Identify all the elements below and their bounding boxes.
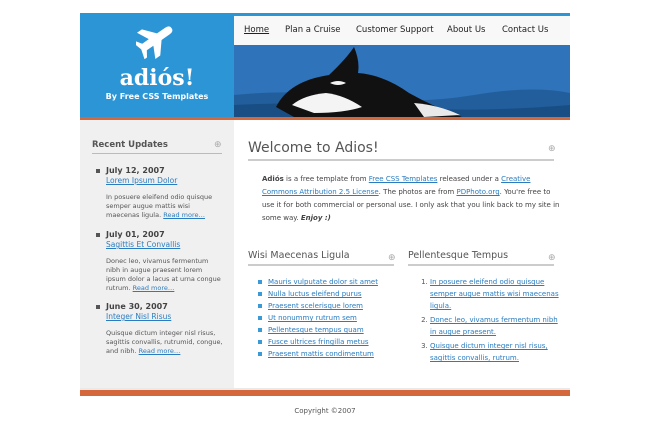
bullet-icon: [96, 169, 100, 173]
list-item[interactable]: Nulla luctus eleifend purus: [258, 288, 398, 300]
expand-icon[interactable]: ⊕: [548, 253, 556, 263]
page-wrapper: adiós! By Free CSS Templates Home Plan a…: [80, 13, 570, 415]
update-text: Donec leo, vivamus fermentum nibh in aug…: [106, 257, 224, 293]
site-tagline: By Free CSS Templates: [105, 92, 209, 101]
update-date: June 30, 2007: [106, 302, 168, 311]
header: adiós! By Free CSS Templates Home Plan a…: [80, 13, 570, 117]
expand-icon[interactable]: ⊕: [548, 144, 556, 154]
intro-text: released under a: [437, 175, 502, 183]
list-item[interactable]: In posuere eleifend odio quisque semper …: [430, 276, 566, 312]
update-title-link[interactable]: Integer Nisl Risus: [106, 312, 224, 321]
list-item[interactable]: Praesent scelerisque lorem: [258, 300, 398, 312]
list-item[interactable]: Pellentesque tempus quam: [258, 324, 398, 336]
bullet-icon: [96, 305, 100, 309]
expand-icon[interactable]: ⊕: [388, 253, 396, 263]
wisi-link-list: Mauris vulputate dolor sit amet Nulla lu…: [258, 276, 398, 360]
sidebar: Recent Updates ⊕ July 12, 2007 Lorem Ips…: [80, 120, 234, 388]
update-text: In posuere eleifend odio quisque semper …: [106, 193, 224, 220]
list-item[interactable]: Donec leo, vivamus fermentum nibh in aug…: [430, 314, 566, 338]
intro-text: is a free template from: [283, 175, 369, 183]
pellentesque-numbered-list: In posuere eleifend odio quisque semper …: [416, 276, 566, 366]
footer-divider: [80, 388, 570, 396]
brand-name: Adiós: [262, 175, 284, 183]
update-item: June 30, 2007 Integer Nisl Risus Quisque…: [96, 302, 224, 356]
update-title-link[interactable]: Lorem Ipsum Dolor: [106, 176, 224, 185]
orca-illustration: [234, 45, 570, 117]
list-item[interactable]: Fusce ultrices fringilla metus: [258, 336, 398, 348]
orca-banner-image: [234, 45, 570, 117]
nav-customer-support[interactable]: Customer Support: [356, 25, 434, 35]
update-date: July 01, 2007: [106, 230, 165, 239]
list-item[interactable]: Ut nonummy rutrum sem: [258, 312, 398, 324]
free-css-templates-link[interactable]: Free CSS Templates: [369, 175, 438, 183]
list-item[interactable]: Quisque dictum integer nisl risus, sagit…: [430, 340, 566, 364]
column-heading-pellentesque: Pellentesque Tempus: [408, 250, 554, 266]
list-item[interactable]: Mauris vulputate dolor sit amet: [258, 276, 398, 288]
read-more-link[interactable]: Read more…: [139, 347, 181, 355]
update-item: July 01, 2007 Sagittis Et Convallis Done…: [96, 230, 224, 293]
nav-plan-a-cruise[interactable]: Plan a Cruise: [285, 25, 341, 35]
intro-text: . The photos are from: [378, 188, 457, 196]
read-more-link[interactable]: Read more…: [163, 211, 205, 219]
update-title-link[interactable]: Sagittis Et Convallis: [106, 240, 224, 249]
column-heading-wisi: Wisi Maecenas Ligula: [248, 250, 394, 266]
main-content: Welcome to Adios! ⊕ Adiós is a free temp…: [234, 120, 570, 388]
nav-contact-us[interactable]: Contact Us: [502, 25, 548, 35]
update-item: July 12, 2007 Lorem Ipsum Dolor In posue…: [96, 166, 224, 220]
expand-icon[interactable]: ⊕: [214, 140, 222, 150]
intro-paragraph: Adiós is a free template from Free CSS T…: [262, 173, 562, 225]
bullet-icon: [96, 233, 100, 237]
nav-home[interactable]: Home: [244, 25, 269, 35]
update-date: July 12, 2007: [106, 166, 165, 175]
page-title: Welcome to Adios!: [248, 140, 554, 161]
read-more-link[interactable]: Read more…: [133, 284, 175, 292]
main-nav: Home Plan a Cruise Customer Support Abou…: [234, 13, 570, 45]
sidebar-heading: Recent Updates: [92, 140, 222, 154]
enjoy-text: Enjoy :): [300, 214, 331, 222]
logo-box[interactable]: adiós! By Free CSS Templates: [80, 13, 234, 117]
pdphoto-link[interactable]: PDPhoto.org: [456, 188, 499, 196]
site-title: adiós!: [119, 65, 195, 91]
list-item[interactable]: Praesent mattis condimentum: [258, 348, 398, 360]
copyright: Copyright ©2007: [294, 407, 356, 415]
update-text: Quisque dictum integer nisl risus, sagit…: [106, 329, 224, 356]
airplane-icon: [136, 26, 173, 59]
nav-about-us[interactable]: About Us: [447, 25, 485, 35]
